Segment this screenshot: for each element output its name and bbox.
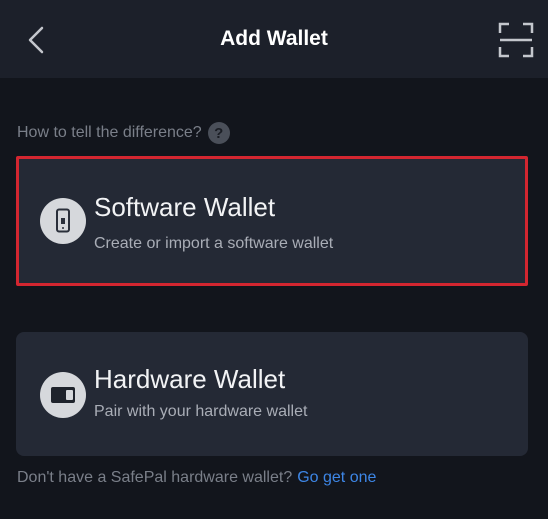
hardware-device-icon [40, 372, 86, 418]
question-icon[interactable]: ? [207, 122, 230, 144]
chevron-left-icon [28, 26, 44, 54]
get-hardware-link[interactable]: Go get one [297, 469, 376, 486]
help-row: How to tell the difference? ? [17, 121, 230, 145]
help-text: How to tell the difference? [17, 124, 202, 141]
software-wallet-option[interactable]: Software Wallet Create or import a softw… [16, 156, 528, 286]
hardware-wallet-option[interactable]: Hardware Wallet Pair with your hardware … [16, 332, 528, 456]
add-wallet-screen: Add Wallet How to tell the difference? ?… [0, 0, 548, 519]
page-title: Add Wallet [220, 27, 328, 50]
footer-note: Don't have a SafePal hardware wallet? Go … [17, 469, 376, 487]
scan-icon [498, 22, 534, 58]
software-wallet-title: Software Wallet [94, 192, 276, 222]
hardware-wallet-subtitle: Pair with your hardware wallet [94, 403, 308, 420]
back-button[interactable] [18, 22, 54, 58]
phone-icon [40, 198, 86, 244]
header-bar: Add Wallet [0, 0, 548, 78]
hardware-wallet-title: Hardware Wallet [94, 364, 286, 394]
software-wallet-subtitle: Create or import a software wallet [94, 235, 334, 252]
scan-button[interactable] [496, 20, 536, 60]
footer-text: Don't have a SafePal hardware wallet? [17, 469, 293, 486]
